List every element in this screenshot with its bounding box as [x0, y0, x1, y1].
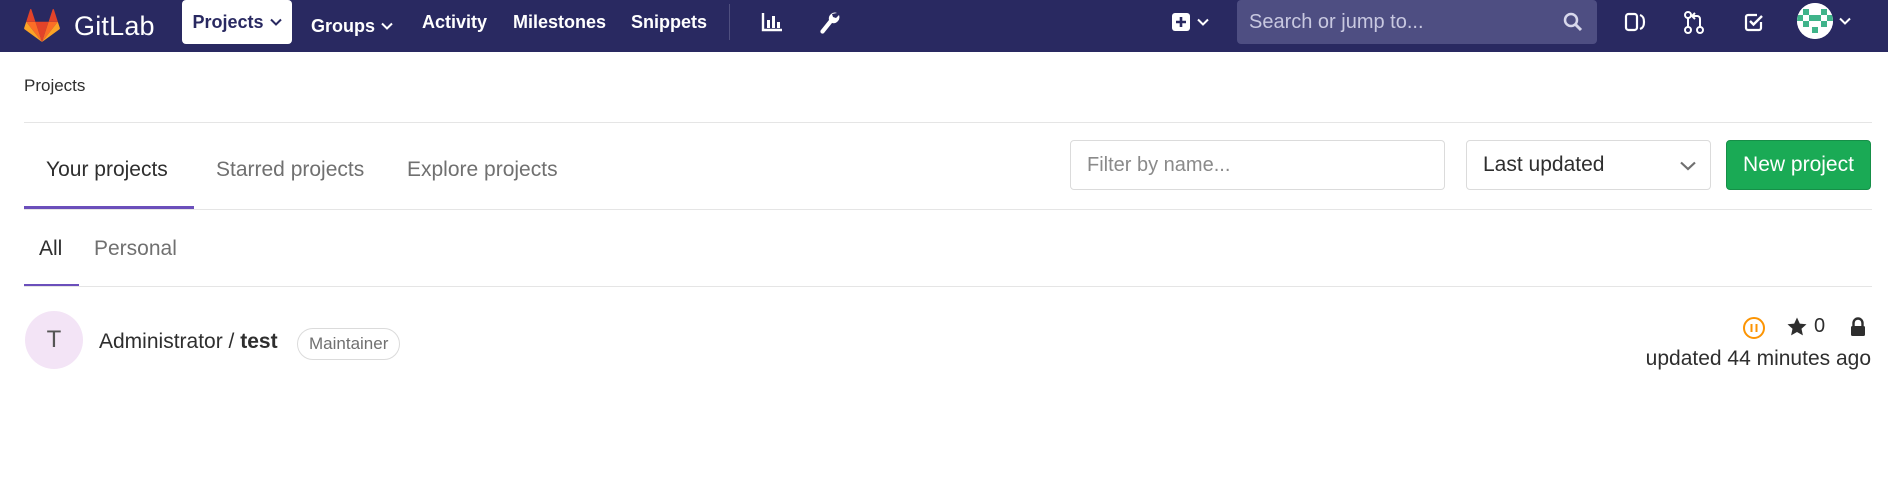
- nav-divider: [729, 4, 730, 40]
- brand-name: GitLab: [74, 10, 155, 41]
- pipeline-paused-icon: [1743, 317, 1765, 339]
- nav-snippets-link[interactable]: Snippets: [631, 0, 707, 44]
- nav-projects-dropdown[interactable]: Projects: [182, 0, 292, 44]
- nav-groups-dropdown[interactable]: Groups: [311, 0, 393, 52]
- gitlab-tanuki-icon: [24, 9, 60, 42]
- star-count: 0: [1814, 315, 1826, 337]
- todo-icon: [1744, 13, 1763, 32]
- nav-milestones-label: Milestones: [513, 11, 607, 32]
- nav-groups-label: Groups: [311, 15, 376, 36]
- divider: [24, 286, 1872, 287]
- star-count-link[interactable]: 0: [1786, 315, 1825, 338]
- sort-selected-value: Last updated: [1483, 153, 1605, 176]
- new-item-dropdown[interactable]: [1166, 0, 1214, 44]
- tab-explore-projects[interactable]: Explore projects: [407, 158, 558, 182]
- chevron-down-icon: [1197, 18, 1209, 26]
- breadcrumb-projects[interactable]: Projects: [24, 76, 85, 95]
- tab-starred-projects[interactable]: Starred projects: [216, 158, 364, 182]
- lock-icon: [1851, 317, 1865, 336]
- role-badge: Maintainer: [297, 328, 401, 360]
- avatar: [1797, 3, 1833, 39]
- chevron-down-icon: [381, 22, 393, 30]
- sort-dropdown[interactable]: Last updated: [1466, 140, 1711, 190]
- nav-snippets-label: Snippets: [631, 11, 708, 32]
- nav-milestones-link[interactable]: Milestones: [513, 0, 606, 44]
- divider: [24, 122, 1872, 123]
- issues-icon: [1624, 12, 1646, 32]
- tab-your-projects[interactable]: Your projects: [46, 158, 168, 182]
- project-title-link[interactable]: Administrator / test: [99, 330, 278, 354]
- chevron-down-icon: [1680, 161, 1696, 171]
- chevron-down-icon: [269, 18, 282, 26]
- search-box[interactable]: [1237, 0, 1597, 44]
- chart-icon: [761, 13, 782, 32]
- project-avatar[interactable]: T: [25, 311, 83, 369]
- filter-by-name-input[interactable]: [1071, 141, 1444, 189]
- nav-projects-label: Projects: [192, 11, 264, 32]
- admin-analytics-button[interactable]: [758, 0, 786, 44]
- project-name: test: [240, 330, 278, 353]
- filter-box[interactable]: [1070, 140, 1445, 190]
- plus-square-icon: [1172, 13, 1190, 31]
- gitlab-logo-link[interactable]: GitLab: [24, 0, 155, 52]
- breadcrumb[interactable]: Projects: [24, 76, 85, 96]
- project-namespace: Administrator /: [99, 330, 241, 353]
- merge-requests-button[interactable]: [1680, 0, 1708, 44]
- identicon-icon: [1797, 3, 1833, 39]
- new-project-button[interactable]: New project: [1726, 140, 1871, 190]
- subtab-personal[interactable]: Personal: [94, 237, 177, 261]
- search-input[interactable]: [1237, 0, 1597, 44]
- pipeline-status-link[interactable]: [1742, 316, 1766, 345]
- admin-area-button[interactable]: [815, 0, 843, 44]
- project-updated-time: updated 44 minutes ago: [1645, 347, 1871, 370]
- top-navbar: GitLab Projects Groups Activity Mileston…: [0, 0, 1888, 52]
- subtab-all[interactable]: All: [39, 237, 62, 261]
- todos-button[interactable]: [1740, 0, 1768, 44]
- nav-activity-link[interactable]: Activity: [422, 0, 487, 44]
- issues-button[interactable]: [1621, 0, 1649, 44]
- chevron-down-icon: [1839, 17, 1851, 25]
- search-icon: [1563, 12, 1583, 32]
- user-menu-dropdown[interactable]: [1797, 3, 1851, 39]
- visibility-indicator: [1849, 317, 1867, 342]
- divider: [24, 209, 1872, 210]
- wrench-icon: [820, 12, 840, 34]
- merge-request-icon: [1684, 11, 1704, 34]
- star-icon: [1787, 317, 1807, 335]
- nav-activity-label: Activity: [422, 11, 488, 32]
